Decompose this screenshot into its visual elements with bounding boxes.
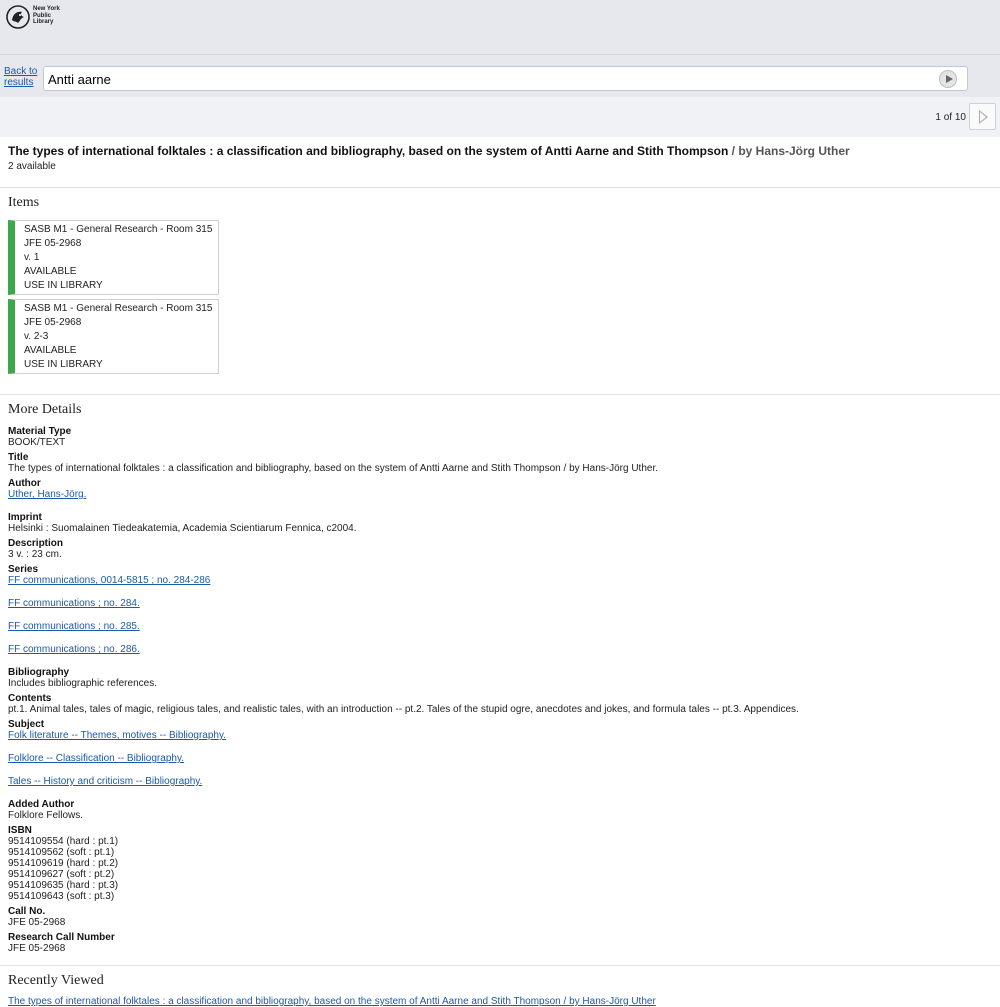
item-call-number: JFE 05-2968 — [24, 317, 82, 328]
record-title-text: The types of international folktales : a… — [8, 144, 729, 158]
detail-research-call-number: Research Call Number JFE 05-2968 — [8, 932, 115, 954]
pager-bar: 1 of 10 — [0, 97, 1000, 137]
lion-logo-icon — [6, 5, 30, 29]
back-to-results-link[interactable]: Back to results — [4, 66, 44, 88]
search-bar: Back to results — [0, 55, 1000, 97]
nypl-logo[interactable]: New York Public Library — [6, 5, 60, 29]
series-link[interactable]: FF communications ; no. 286. — [8, 644, 993, 655]
header-bar: New York Public Library — [0, 0, 1000, 55]
detail-description: Description 3 v. : 23 cm. — [8, 538, 64, 560]
search-input[interactable] — [48, 70, 918, 88]
item-card: SASB M1 - General Research - Room 315 JF… — [8, 220, 219, 295]
subject-link[interactable]: Folklore -- Classification -- Bibliograp… — [8, 753, 993, 764]
item-status: AVAILABLE — [24, 345, 77, 356]
item-location: SASB M1 - General Research - Room 315 — [24, 303, 213, 314]
record-title: The types of international folktales : a… — [8, 144, 850, 158]
detail-imprint: Imprint Helsinki : Suomalainen Tiedeakat… — [8, 512, 357, 534]
detail-material-type: Material Type BOOK/TEXT — [8, 426, 72, 448]
more-details-heading: More Details — [8, 402, 82, 417]
recently-viewed-link[interactable]: The types of international folktales : a… — [8, 996, 656, 1007]
next-record-button[interactable] — [969, 103, 996, 130]
detail-added-author: Added Author Folklore Fellows. — [8, 799, 84, 821]
detail-title: Title The types of international folktal… — [8, 452, 658, 474]
recently-viewed-heading: Recently Viewed — [8, 973, 104, 988]
item-location: SASB M1 - General Research - Room 315 — [24, 224, 213, 235]
item-usage: USE IN LIBRARY — [24, 280, 103, 291]
detail-author: Author Uther, Hans-Jörg. — [8, 478, 993, 500]
record-byline: / by Hans-Jörg Uther — [728, 144, 850, 158]
item-status: AVAILABLE — [24, 266, 77, 277]
search-box — [43, 66, 968, 91]
item-card: SASB M1 - General Research - Room 315 JF… — [8, 299, 219, 374]
pager-count: 1 of 10 — [935, 112, 966, 123]
detail-series: Series FF communications, 0014-5815 ; no… — [8, 564, 993, 655]
availability-count: 2 available — [8, 161, 56, 172]
detail-subject: Subject Folk literature -- Themes, motiv… — [8, 719, 993, 787]
item-volume: v. 2-3 — [24, 331, 49, 342]
item-call-number: JFE 05-2968 — [24, 238, 82, 249]
logo-text: New York Public Library — [33, 6, 60, 25]
series-link[interactable]: FF communications ; no. 284. — [8, 598, 993, 609]
item-usage: USE IN LIBRARY — [24, 359, 103, 370]
divider — [0, 187, 1000, 188]
detail-contents: Contents pt.1. Animal tales, tales of ma… — [8, 693, 799, 715]
search-submit-button[interactable] — [939, 70, 957, 88]
author-link[interactable]: Uther, Hans-Jörg. — [8, 489, 993, 500]
detail-isbn: ISBN 9514109554 (hard : pt.1) 9514109562… — [8, 825, 119, 902]
detail-bibliography: Bibliography Includes bibliographic refe… — [8, 667, 157, 689]
subject-link[interactable]: Tales -- History and criticism -- Biblio… — [8, 776, 993, 787]
items-heading: Items — [8, 195, 40, 210]
item-volume: v. 1 — [24, 252, 40, 263]
subject-link[interactable]: Folk literature -- Themes, motives -- Bi… — [8, 730, 993, 741]
series-link[interactable]: FF communications ; no. 285. — [8, 621, 993, 632]
series-link[interactable]: FF communications, 0014-5815 ; no. 284-2… — [8, 575, 993, 586]
divider — [0, 965, 1000, 966]
details-list: Material Type BOOK/TEXT Title The types … — [8, 426, 993, 958]
divider — [0, 394, 1000, 395]
detail-call-number: Call No. JFE 05-2968 — [8, 906, 66, 928]
